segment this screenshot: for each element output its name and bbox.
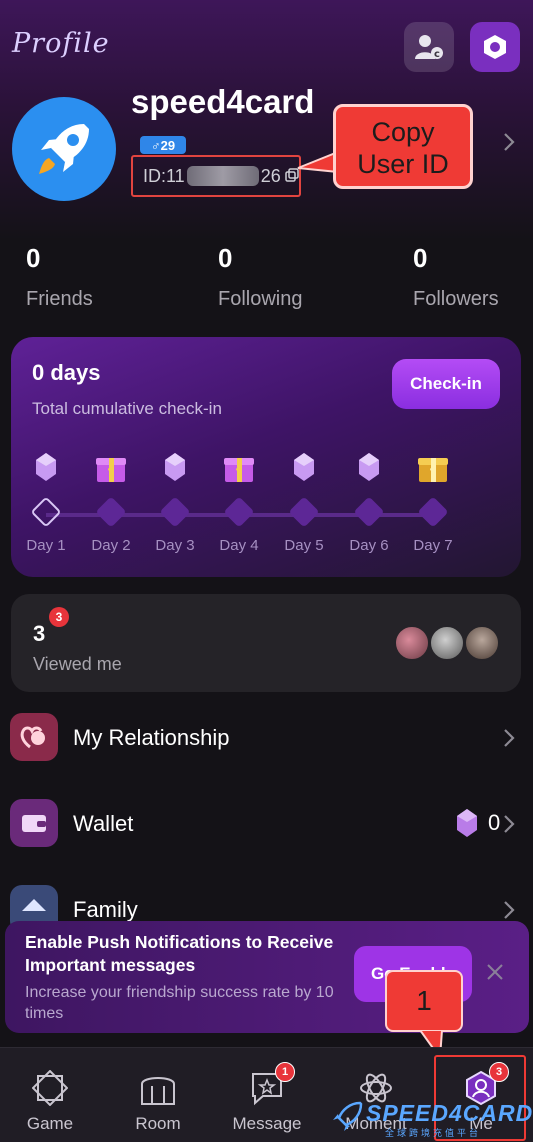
- chevron-right-icon: [504, 901, 515, 919]
- day-node: [288, 496, 320, 528]
- menu-item-relationship[interactable]: My Relationship: [0, 708, 533, 768]
- step-number-callout: 1: [385, 970, 463, 1032]
- callout-text: Copy User ID: [357, 117, 449, 179]
- followers-count: 0: [413, 243, 428, 273]
- watermark-tagline: 全球跨境充值平台: [385, 1128, 482, 1138]
- settings-hexagon-icon: [484, 35, 506, 59]
- checkin-button[interactable]: Check-in: [392, 359, 500, 409]
- nav-label: Game: [26, 1114, 74, 1133]
- viewed-count: 3: [33, 621, 46, 646]
- svg-text:c: c: [434, 49, 440, 60]
- user-id-suffix: 26: [260, 165, 281, 186]
- nav-label: Message: [232, 1114, 302, 1133]
- nav-label: Room: [135, 1114, 181, 1133]
- family-label: Family: [73, 897, 138, 922]
- viewed-badge: 3: [49, 607, 69, 627]
- avatar[interactable]: [12, 97, 116, 201]
- following-label: Following: [218, 288, 303, 310]
- gift-icon: ?: [224, 458, 254, 482]
- day-label: Day 1: [26, 537, 66, 554]
- gem-icon: [294, 453, 314, 481]
- gift-icon: ?: [96, 458, 126, 482]
- day-label: Day 2: [91, 537, 131, 554]
- checkin-day-3: Day 3: [143, 447, 207, 554]
- gem-icon: [165, 453, 185, 481]
- followers-label: Followers: [413, 288, 499, 310]
- chevron-right-icon: [504, 729, 515, 747]
- svg-text:?: ?: [429, 467, 437, 482]
- viewer-avatar: [394, 625, 430, 661]
- nav-game[interactable]: Game: [0, 1048, 100, 1142]
- settings-button[interactable]: [470, 22, 520, 72]
- day-node: [95, 496, 127, 528]
- day-label: Day 3: [155, 537, 195, 554]
- day-node: [417, 496, 449, 528]
- push-subtitle: Increase your friendship success rate by…: [25, 984, 334, 1022]
- svg-text:?: ?: [235, 467, 243, 482]
- menu-item-wallet[interactable]: Wallet 0: [0, 794, 533, 854]
- user-id[interactable]: ID:11 26: [131, 155, 301, 197]
- checkin-day-6: Day 6: [337, 447, 401, 554]
- day-label: Day 4: [219, 537, 259, 554]
- following-count: 0: [218, 243, 233, 273]
- day-node: [223, 496, 255, 528]
- checkin-day-4: ? Day 4: [207, 447, 271, 554]
- rocket-icon: [39, 124, 89, 174]
- stat-followers[interactable]: 0 Followers: [413, 243, 499, 311]
- day-node: [159, 496, 191, 528]
- day-node: [353, 496, 385, 528]
- checkin-day-2: ? Day 2: [79, 447, 143, 554]
- close-icon[interactable]: [485, 962, 505, 982]
- viewer-avatar: [464, 625, 500, 661]
- gender-age-badge: ♂29: [140, 136, 186, 154]
- add-user-button[interactable]: c: [404, 22, 454, 72]
- svg-text:?: ?: [107, 467, 115, 482]
- gem-icon: [36, 453, 56, 481]
- checkin-day-5: Day 5: [272, 447, 336, 554]
- checkin-card: 0 days Total cumulative check-in Check-i…: [11, 337, 521, 577]
- relationship-icon: [10, 713, 58, 761]
- chevron-right-icon: [504, 815, 515, 833]
- rocket-logo-icon: [333, 1101, 363, 1131]
- nav-room[interactable]: Room: [108, 1048, 208, 1142]
- page-title: Profile: [12, 28, 110, 59]
- wallet-label: Wallet: [73, 811, 134, 836]
- checkin-subtitle: Total cumulative check-in: [32, 399, 222, 418]
- checkin-day-7: ? Day 7: [401, 447, 465, 554]
- day-label: Day 7: [413, 537, 453, 554]
- friends-count: 0: [26, 243, 41, 273]
- username: speed4card: [131, 83, 315, 120]
- wallet-icon: [10, 799, 58, 847]
- viewed-label: Viewed me: [33, 654, 122, 674]
- day-label: Day 5: [284, 537, 324, 554]
- viewer-avatar: [429, 625, 465, 661]
- user-id-redacted: [186, 166, 259, 186]
- checkin-days: 0 days: [32, 360, 101, 385]
- wallet-balance: 0: [456, 808, 500, 838]
- stat-following[interactable]: 0 Following: [218, 243, 302, 311]
- push-title: Enable Push Notifications to Receive Imp…: [25, 932, 334, 975]
- gem-icon: [457, 809, 477, 837]
- chevron-right-icon[interactable]: [502, 131, 516, 153]
- stat-friends[interactable]: 0 Friends: [26, 243, 93, 311]
- user-id-prefix: ID:11: [143, 165, 185, 186]
- friends-label: Friends: [26, 288, 93, 310]
- viewed-me-card[interactable]: 3 3 Viewed me: [11, 594, 521, 692]
- wallet-value: 0: [488, 810, 501, 835]
- gem-icon: [359, 453, 379, 481]
- day-node: [30, 496, 62, 528]
- nav-message[interactable]: 1 Message: [217, 1048, 317, 1142]
- watermark-brand: SPEED4CARD: [366, 1100, 533, 1126]
- copy-user-id-callout: Copy User ID: [333, 104, 473, 189]
- add-user-icon: c: [415, 35, 443, 60]
- message-badge: 1: [275, 1062, 295, 1082]
- relationship-label: My Relationship: [73, 725, 230, 750]
- game-icon: [32, 1070, 68, 1106]
- watermark: SPEED4CARD 全球跨境充值平台: [330, 1098, 533, 1138]
- room-icon: [141, 1077, 175, 1105]
- gold-gift-icon: ?: [418, 458, 448, 482]
- checkin-day-1: Day 1: [14, 447, 78, 554]
- day-label: Day 6: [349, 537, 389, 554]
